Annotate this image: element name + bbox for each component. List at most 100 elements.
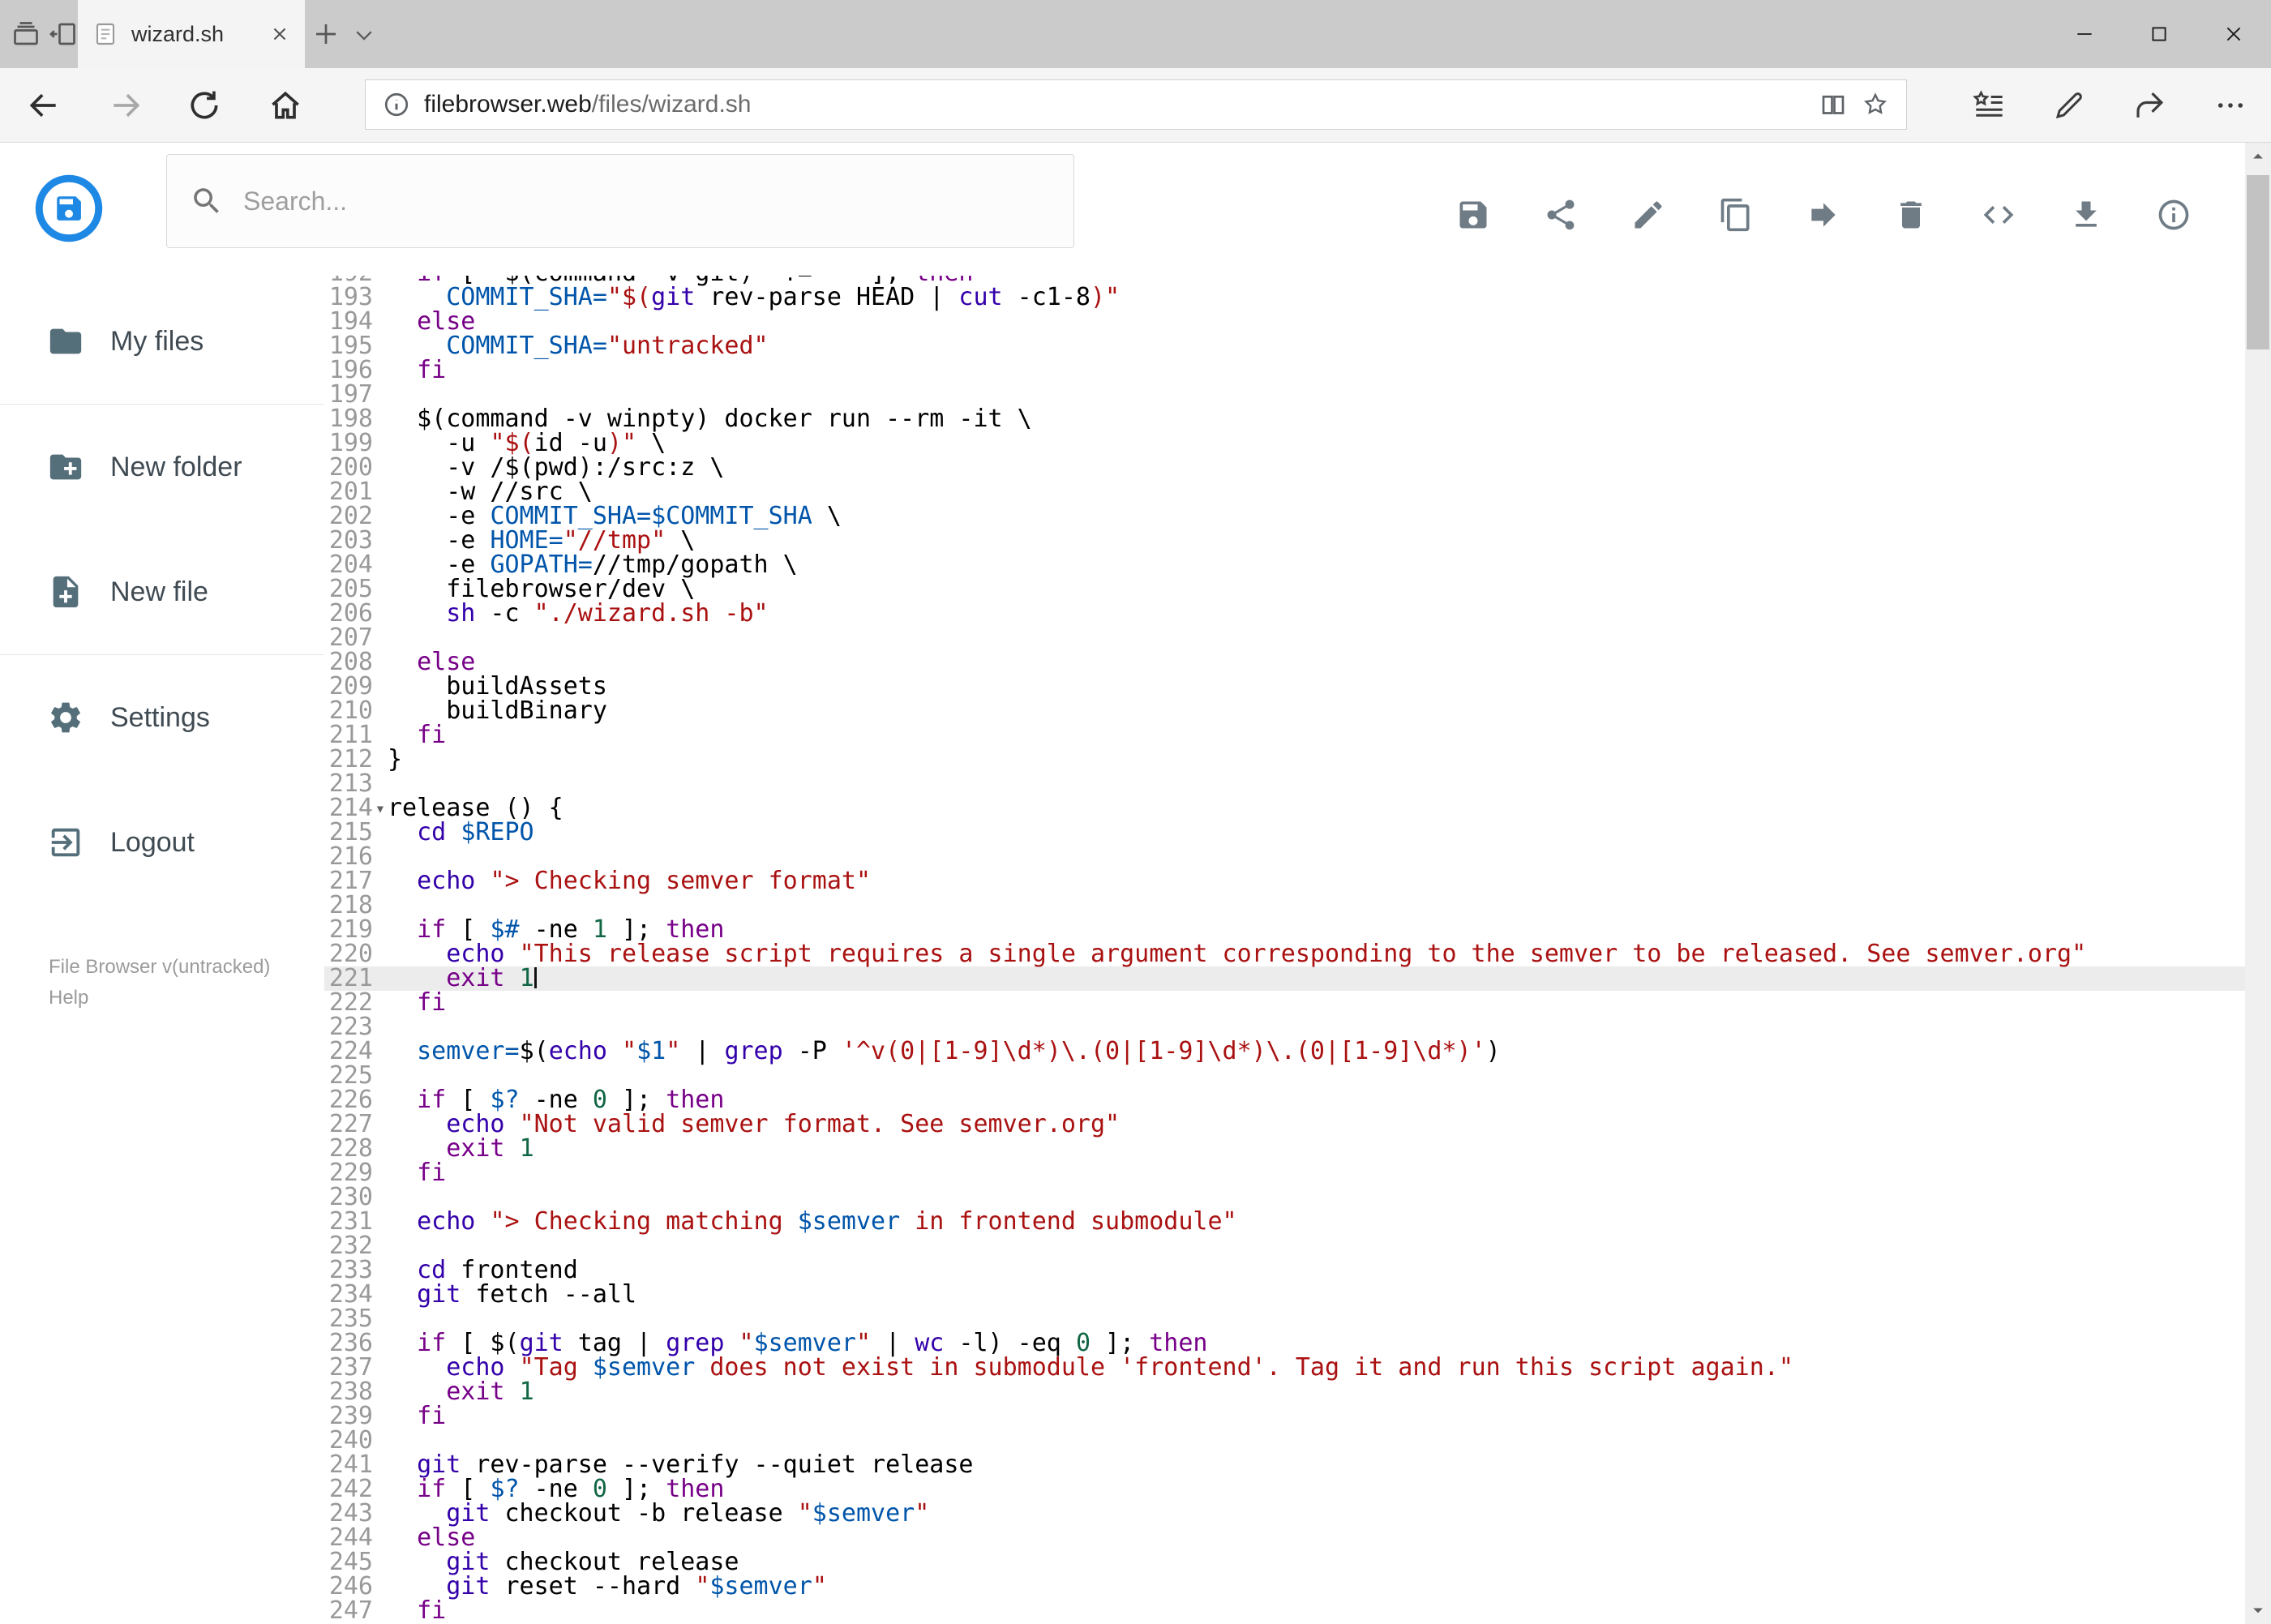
code-line[interactable]: 198 $(command -v winpty) docker run --rm… [324, 407, 2245, 431]
code-editor[interactable]: 192 if [ "$(command -v git)" != "" ]; th… [324, 276, 2245, 1624]
code-line[interactable]: 224 semver=$(echo "$1" | grep -P '^v(0|[… [324, 1039, 2245, 1064]
code-line[interactable]: 209 buildAssets [324, 675, 2245, 699]
code-line[interactable]: 245 git checkout release [324, 1550, 2245, 1575]
code-line[interactable]: 226 if [ $? -ne 0 ]; then [324, 1088, 2245, 1112]
code-line[interactable]: 244 else [324, 1526, 2245, 1550]
tab-preview-chevron-icon[interactable] [352, 23, 376, 47]
code-line[interactable]: 202 -e COMMIT_SHA=$COMMIT_SHA \ [324, 504, 2245, 529]
code-line[interactable]: 199 -u "$(id -u)" \ [324, 431, 2245, 456]
favorite-star-icon[interactable] [1861, 90, 1890, 119]
help-link[interactable]: Help [49, 983, 324, 1013]
code-line[interactable]: 206 sh -c "./wizard.sh -b" [324, 602, 2245, 626]
code-line[interactable]: 196 fi [324, 358, 2245, 383]
sidebar-item-settings[interactable]: Settings [0, 655, 324, 780]
code-line[interactable]: 208 else [324, 650, 2245, 675]
code-line[interactable]: 225 [324, 1064, 2245, 1088]
code-line[interactable]: 236 if [ $(git tag | grep "$semver" | wc… [324, 1331, 2245, 1356]
code-line[interactable]: 234 git fetch --all [324, 1283, 2245, 1307]
web-note-icon[interactable] [2052, 88, 2086, 122]
tab-preview-icon[interactable] [11, 19, 41, 49]
code-line[interactable]: 222 fi [324, 991, 2245, 1015]
code-line[interactable]: 237 echo "Tag $semver does not exist in … [324, 1356, 2245, 1380]
new-tab-button[interactable] [311, 19, 341, 49]
scroll-down-icon[interactable] [2245, 1596, 2271, 1624]
code-line[interactable]: 200 -v /$(pwd):/src:z \ [324, 456, 2245, 480]
back-button[interactable] [26, 88, 62, 123]
code-line[interactable]: 219 if [ $# -ne 1 ]; then [324, 918, 2245, 942]
code-line[interactable]: 218 [324, 893, 2245, 918]
more-menu-icon[interactable] [2213, 88, 2247, 122]
code-line[interactable]: 215 cd $REPO [324, 821, 2245, 845]
close-button[interactable] [2196, 0, 2271, 68]
share-icon[interactable] [2132, 88, 2166, 122]
maximize-button[interactable] [2122, 0, 2196, 68]
tab-close-icon[interactable] [269, 24, 290, 45]
code-line[interactable]: 247 fi [324, 1599, 2245, 1623]
code-line[interactable]: 241 git rev-parse --verify --quiet relea… [324, 1453, 2245, 1477]
code-line[interactable]: 223 [324, 1015, 2245, 1039]
copy-button[interactable] [1718, 197, 1754, 233]
code-line[interactable]: 246 git reset --hard "$semver" [324, 1575, 2245, 1599]
code-line[interactable]: 240 [324, 1429, 2245, 1453]
page-info-icon[interactable] [382, 90, 411, 119]
code-line[interactable]: 217 echo "> Checking semver format" [324, 869, 2245, 893]
code-line[interactable]: 230 [324, 1185, 2245, 1210]
code-line[interactable]: 243 git checkout -b release "$semver" [324, 1502, 2245, 1526]
code-line[interactable]: 238 exit 1 [324, 1380, 2245, 1404]
code-line[interactable]: 203 -e HOME="//tmp" \ [324, 529, 2245, 553]
code-line[interactable]: 205 filebrowser/dev \ [324, 577, 2245, 602]
delete-button[interactable] [1893, 197, 1929, 233]
code-line[interactable]: 220 echo "This release script requires a… [324, 942, 2245, 966]
code-line[interactable]: 195 COMMIT_SHA="untracked" [324, 334, 2245, 358]
code-line[interactable]: 231 echo "> Checking matching $semver in… [324, 1210, 2245, 1234]
sidebar-item-my-files[interactable]: My files [0, 279, 324, 404]
save-button[interactable] [1455, 197, 1491, 233]
code-line[interactable]: 235 [324, 1307, 2245, 1331]
reading-view-icon[interactable] [1819, 90, 1848, 119]
minimize-button[interactable] [2047, 0, 2122, 68]
code-line[interactable]: 212} [324, 748, 2245, 772]
code-line[interactable]: 216 [324, 845, 2245, 869]
edit-button[interactable] [1630, 197, 1666, 233]
scrollbar-thumb[interactable] [2247, 175, 2269, 349]
browser-tab[interactable]: wizard.sh [78, 0, 305, 68]
download-button[interactable] [2068, 197, 2104, 233]
vertical-scrollbar[interactable] [2245, 143, 2271, 1624]
info-button[interactable] [2156, 197, 2192, 233]
sidebar-item-logout[interactable]: Logout [0, 780, 324, 905]
code-line[interactable]: 228 exit 1 [324, 1137, 2245, 1161]
refresh-button[interactable] [186, 88, 222, 123]
forward-button[interactable] [108, 88, 144, 123]
move-button[interactable] [1806, 197, 1841, 233]
code-line[interactable]: 193 COMMIT_SHA="$(git rev-parse HEAD | c… [324, 285, 2245, 310]
code-line[interactable]: 213 [324, 772, 2245, 796]
scroll-up-icon[interactable] [2245, 143, 2271, 170]
search-input[interactable] [243, 186, 1051, 216]
code-line[interactable]: 227 echo "Not valid semver format. See s… [324, 1112, 2245, 1137]
code-line[interactable]: 221 exit 1 [324, 966, 2245, 991]
code-line[interactable]: 242 if [ $? -ne 0 ]; then [324, 1477, 2245, 1502]
code-line[interactable]: 232 [324, 1234, 2245, 1258]
code-line[interactable]: 229 fi [324, 1161, 2245, 1185]
code-line[interactable]: 233 cd frontend [324, 1258, 2245, 1283]
share-file-button[interactable] [1543, 197, 1579, 233]
code-line[interactable]: 211 fi [324, 723, 2245, 748]
code-line[interactable]: 197 [324, 383, 2245, 407]
filebrowser-logo-icon[interactable] [34, 174, 104, 243]
sidebar-item-new-folder[interactable]: New folder [0, 405, 324, 529]
code-line[interactable]: 204 -e GOPATH=//tmp/gopath \ [324, 553, 2245, 577]
code-line[interactable]: 239 fi [324, 1404, 2245, 1429]
set-tabs-aside-icon[interactable] [49, 19, 78, 49]
code-line[interactable]: 194 else [324, 310, 2245, 334]
code-line[interactable]: 201 -w //src \ [324, 480, 2245, 504]
sidebar-item-new-file[interactable]: New file [0, 529, 324, 654]
address-bar[interactable]: filebrowser.web/files/wizard.sh [365, 79, 1907, 130]
line-number: 204 [328, 551, 373, 579]
fold-arrow-icon[interactable]: ▾ [373, 796, 388, 821]
home-button[interactable] [268, 88, 303, 123]
code-line[interactable]: 207 [324, 626, 2245, 650]
favorites-hub-icon[interactable] [1972, 88, 2006, 122]
code-line[interactable]: 210 buildBinary [324, 699, 2245, 723]
code-line[interactable]: 214 ▾ release () { [324, 796, 2245, 821]
raw-code-button[interactable] [1981, 197, 2016, 233]
